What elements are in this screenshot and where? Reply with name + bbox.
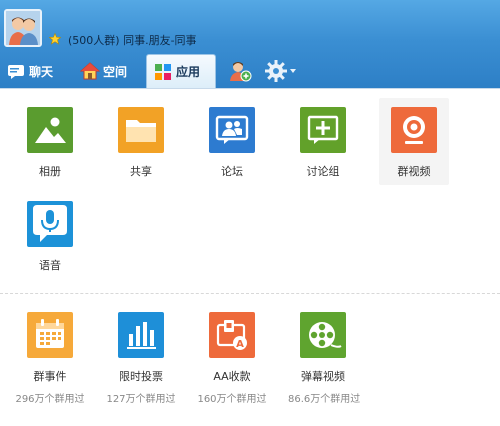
app-usage: 296万个群用过	[15, 394, 85, 405]
app-usage: 160万个群用过	[197, 394, 267, 405]
app-label: 共享	[130, 165, 152, 178]
tab-apps-label: 应用	[176, 65, 201, 79]
add-member-button[interactable]	[228, 58, 256, 84]
app-timed-vote[interactable]: 限时投票 127万个群用过	[106, 312, 176, 405]
app-danmaku-video[interactable]: 弹幕视频 86.6万个群用过	[288, 312, 361, 405]
group-header: (500人群) 同事.朋友-同事 聊天 空间 应用	[0, 0, 500, 88]
tab-space[interactable]: 空间	[80, 56, 127, 86]
discussion-icon	[300, 107, 346, 153]
app-photo-album[interactable]: 相册	[15, 107, 85, 179]
app-usage: 86.6万个群用过	[288, 394, 361, 405]
app-label: 限时投票	[119, 370, 163, 383]
svg-text:A: A	[236, 339, 244, 350]
app-label: 群视频	[397, 165, 431, 178]
app-label: 讨论组	[306, 165, 340, 178]
app-discussion[interactable]: 讨论组	[288, 107, 358, 179]
app-group-video[interactable]: 群视频	[379, 98, 449, 185]
settings-menu-button[interactable]	[264, 58, 306, 84]
app-aa-payment[interactable]: A AA收款 160万个群用过	[197, 312, 267, 405]
app-label: 群事件	[33, 370, 67, 383]
app-share[interactable]: 共享	[106, 107, 176, 179]
group-avatar-icon	[6, 11, 40, 45]
calendar-icon	[27, 312, 73, 358]
webcam-icon	[391, 107, 437, 153]
bar-chart-icon	[118, 312, 164, 358]
app-forum[interactable]: 论坛	[197, 107, 267, 179]
app-group-event[interactable]: 群事件 296万个群用过	[15, 312, 85, 405]
film-reel-icon	[300, 312, 346, 358]
app-label: 弹幕视频	[301, 370, 345, 383]
group-avatar[interactable]	[4, 9, 42, 47]
photo-album-icon	[27, 107, 73, 153]
folder-icon	[118, 107, 164, 153]
group-name: (500人群) 同事.朋友-同事	[68, 34, 197, 47]
app-voice[interactable]: 语音	[15, 201, 85, 273]
app-label: 相册	[39, 165, 61, 178]
home-icon	[80, 62, 100, 80]
forum-icon	[209, 107, 255, 153]
apps-icon	[155, 63, 171, 80]
chevron-down-icon	[290, 69, 296, 73]
microphone-icon	[27, 201, 73, 247]
tab-space-label: 空间	[103, 64, 128, 79]
gear-icon	[265, 60, 287, 82]
apps-panel: 相册 共享 论坛 讨论组 群视频 语音 群事件 296万个群用过 限时投票 12…	[0, 88, 500, 426]
payment-icon: A	[209, 312, 255, 358]
chat-icon	[8, 65, 24, 79]
app-label: AA收款	[213, 370, 251, 383]
tab-chat[interactable]: 聊天	[6, 56, 53, 86]
tab-chat-label: 聊天	[29, 64, 54, 79]
star-icon	[49, 33, 61, 45]
app-label: 语音	[39, 259, 61, 272]
add-member-icon	[230, 62, 252, 82]
app-label: 论坛	[221, 165, 243, 178]
section-divider	[0, 293, 500, 294]
app-usage: 127万个群用过	[106, 394, 176, 405]
tab-apps[interactable]: 应用	[146, 54, 216, 88]
